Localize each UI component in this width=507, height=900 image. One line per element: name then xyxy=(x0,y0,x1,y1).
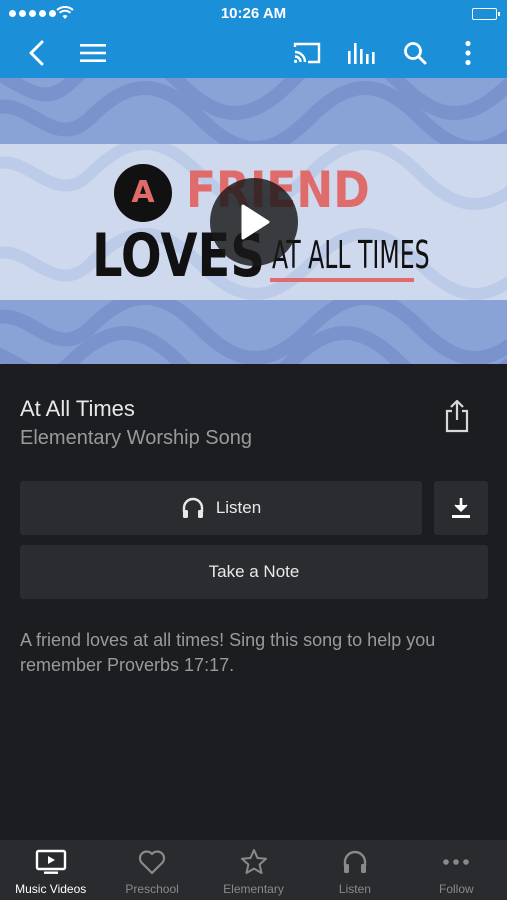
download-icon xyxy=(452,498,470,518)
status-time: 10:26 AM xyxy=(220,5,287,22)
take-a-note-label: Take a Note xyxy=(208,562,300,581)
back-icon[interactable] xyxy=(20,36,54,70)
status-bar: 10:26 AM xyxy=(0,0,507,28)
art-words-at-all-times: AT ALL TIMES xyxy=(272,233,430,277)
share-button[interactable] xyxy=(440,398,474,434)
tab-label: Elementary xyxy=(223,882,284,896)
tab-follow[interactable]: Follow xyxy=(406,840,507,900)
more-vertical-icon[interactable] xyxy=(451,36,485,70)
content-area: At All Times Elementary Worship Song Lis… xyxy=(0,364,507,840)
song-subtitle: Elementary Worship Song xyxy=(20,427,252,449)
equalizer-icon[interactable] xyxy=(344,36,378,70)
share-icon xyxy=(445,399,469,433)
listen-label: Listen xyxy=(215,498,262,517)
song-title: At All Times xyxy=(20,396,135,421)
tab-label: Preschool xyxy=(125,882,179,896)
more-horizontal-icon xyxy=(443,859,470,865)
tab-music-videos[interactable]: Music Videos xyxy=(0,840,101,900)
search-icon[interactable] xyxy=(398,36,432,70)
tab-label: Listen xyxy=(338,882,371,896)
song-description: A friend loves at all times! Sing this s… xyxy=(20,630,436,675)
art-letter-a: A xyxy=(114,164,172,222)
art-underline xyxy=(270,278,414,282)
video-icon xyxy=(35,849,66,874)
tab-label: Follow xyxy=(438,882,474,896)
tab-bar: Music Videos Preschool Elementary Listen xyxy=(0,840,507,900)
play-button[interactable] xyxy=(210,178,298,266)
headphones-icon xyxy=(182,497,204,518)
headphones-icon xyxy=(343,850,367,873)
battery-icon xyxy=(472,8,500,20)
download-button[interactable] xyxy=(434,481,488,535)
app-bar xyxy=(0,28,507,78)
tab-preschool[interactable]: Preschool xyxy=(101,840,202,900)
play-icon xyxy=(241,204,270,240)
star-icon xyxy=(240,849,267,874)
cast-icon[interactable] xyxy=(290,36,324,70)
menu-icon[interactable] xyxy=(76,36,110,70)
heart-icon xyxy=(139,850,166,875)
listen-button[interactable]: Listen xyxy=(20,481,422,535)
tab-label: Music Videos xyxy=(15,882,87,896)
take-a-note-button[interactable]: Take a Note xyxy=(20,545,488,599)
tab-listen[interactable]: Listen xyxy=(304,840,405,900)
tab-elementary[interactable]: Elementary xyxy=(203,840,304,900)
